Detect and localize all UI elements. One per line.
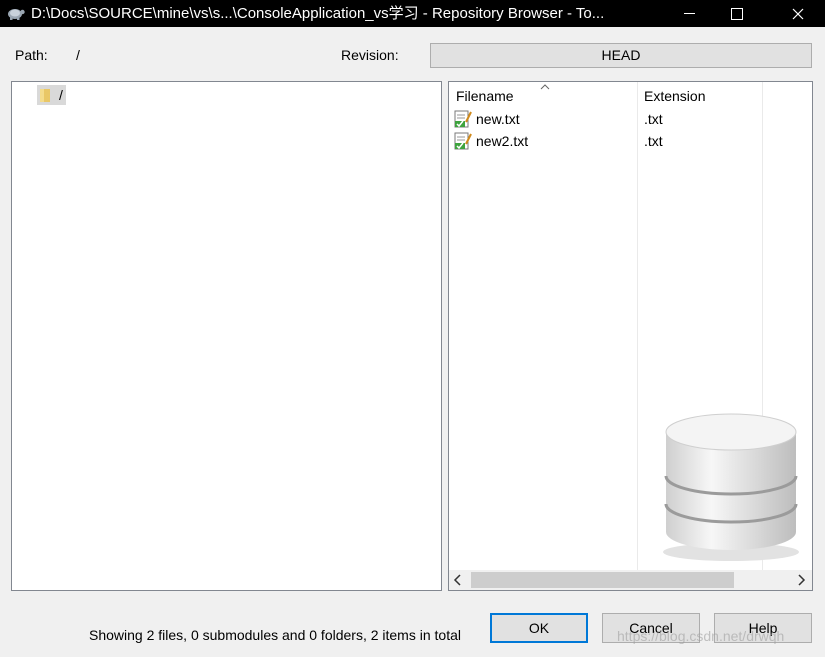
maximize-button[interactable] <box>714 0 760 27</box>
file-row[interactable]: new.txt .txt <box>454 108 794 130</box>
scrollbar-thumb[interactable] <box>471 572 734 588</box>
maximize-icon <box>731 7 743 20</box>
sort-ascending-icon <box>540 84 550 90</box>
database-icon <box>663 413 799 561</box>
file-extension: .txt <box>644 133 663 149</box>
column-header-extension[interactable]: Extension <box>644 82 705 108</box>
tortoise-icon <box>8 9 25 20</box>
revision-label: Revision: <box>341 47 399 63</box>
title-bar: D:\Docs\SOURCE\mine\vs\s...\ConsoleAppli… <box>0 0 825 27</box>
status-text: Showing 2 files, 0 submodules and 0 fold… <box>89 627 461 643</box>
tree-root-label: / <box>59 87 63 103</box>
file-extension: .txt <box>644 111 663 127</box>
close-button[interactable] <box>775 0 821 27</box>
window-title: D:\Docs\SOURCE\mine\vs\s...\ConsoleAppli… <box>31 5 605 22</box>
file-list[interactable]: Filename Extension new.txt .txt new2.txt… <box>448 81 813 591</box>
tree-root-node[interactable]: / <box>37 85 66 105</box>
watermark: https://blog.csdn.net/drwqh <box>617 628 785 644</box>
text-file-icon <box>454 110 472 128</box>
scroll-right-icon[interactable] <box>796 574 806 586</box>
path-value[interactable]: / <box>76 47 80 63</box>
path-label: Path: <box>15 47 48 63</box>
text-file-icon <box>454 132 472 150</box>
revision-button[interactable]: HEAD <box>430 43 812 68</box>
file-name: new2.txt <box>476 133 529 149</box>
scroll-left-icon[interactable] <box>453 574 463 586</box>
horizontal-scrollbar[interactable] <box>449 570 812 590</box>
file-name: new.txt <box>476 111 520 127</box>
close-icon <box>792 8 804 19</box>
folder-icon <box>40 89 50 102</box>
column-header-filename[interactable]: Filename <box>456 82 514 108</box>
file-row[interactable]: new2.txt .txt <box>454 130 794 152</box>
ok-button[interactable]: OK <box>490 613 588 643</box>
column-divider[interactable] <box>637 82 638 570</box>
repository-tree[interactable]: / <box>11 81 442 591</box>
minimize-icon <box>683 13 695 14</box>
minimize-button[interactable] <box>666 0 712 27</box>
